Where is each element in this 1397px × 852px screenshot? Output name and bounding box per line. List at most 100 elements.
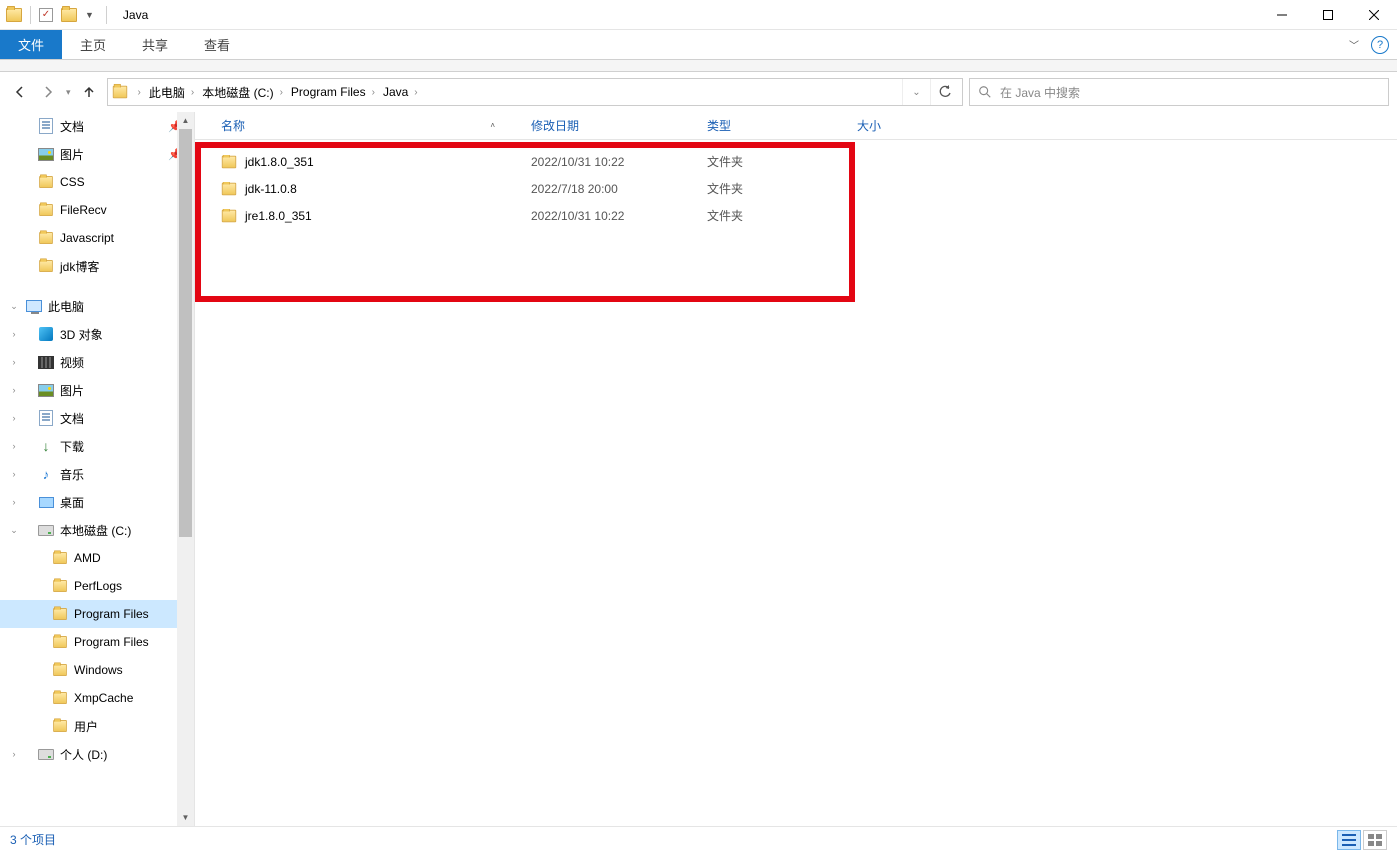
expand-chevron-icon[interactable]: ›: [8, 329, 20, 339]
tree-item[interactable]: FileRecv: [0, 196, 194, 224]
tree-item-label: Javascript: [60, 231, 114, 245]
navigation-tree[interactable]: 文档📌图片📌CSSFileRecv Javascript jdk博客 ⌄ 此电脑 ›3D …: [0, 112, 195, 826]
tree-pic-icon: [38, 382, 54, 398]
maximize-button[interactable]: [1305, 0, 1351, 30]
close-button[interactable]: [1351, 0, 1397, 30]
tree-item[interactable]: ›↓下载: [0, 432, 194, 460]
ribbon-file-tab[interactable]: 文件: [0, 30, 62, 59]
breadcrumb-this-pc[interactable]: 此电脑›: [145, 84, 198, 101]
search-input[interactable]: 在 Java 中搜索: [969, 78, 1389, 106]
qat-customize-chevron-icon[interactable]: ▼: [81, 10, 98, 20]
breadcrumb-java[interactable]: Java›: [379, 85, 422, 99]
breadcrumb-program-files[interactable]: Program Files›: [287, 85, 379, 99]
nav-back-button[interactable]: [8, 80, 32, 104]
address-history-chevron-icon[interactable]: ⌄: [902, 79, 930, 105]
file-type: 文件夹: [699, 207, 849, 224]
tree-doc-icon: [38, 410, 54, 426]
tree-item-label: 此电脑: [48, 298, 84, 315]
tree-item[interactable]: ›3D 对象: [0, 320, 194, 348]
nav-recent-chevron-icon[interactable]: ▾: [64, 87, 73, 98]
tree-item[interactable]: AMD: [0, 544, 194, 572]
qat-separator: [30, 6, 31, 24]
expand-chevron-icon[interactable]: ›: [8, 357, 20, 367]
tree-item[interactable]: ›♪音乐: [0, 460, 194, 488]
tree-item[interactable]: ›图片: [0, 376, 194, 404]
view-details-button[interactable]: [1337, 830, 1361, 850]
tree-pic-icon: [38, 146, 54, 162]
qat-properties-icon[interactable]: ✓: [39, 8, 53, 22]
column-size[interactable]: 大小: [849, 117, 939, 134]
breadcrumb-label: 本地磁盘 (C:): [202, 84, 273, 101]
column-type[interactable]: 类型: [699, 117, 849, 134]
breadcrumb-c-drive[interactable]: 本地磁盘 (C:)›: [198, 84, 287, 101]
app-folder-icon: [6, 8, 22, 22]
tree-item[interactable]: ›个人 (D:): [0, 740, 194, 768]
file-row[interactable]: jre1.8.0_3512022/10/31 10:22文件夹: [195, 202, 1397, 229]
tree-3d-icon: [38, 326, 54, 342]
view-large-icons-button[interactable]: [1363, 830, 1387, 850]
expand-chevron-icon[interactable]: ›: [8, 385, 20, 395]
tree-drive-icon: [38, 522, 54, 538]
title-bar: ✓ ▼ Java: [0, 0, 1397, 30]
tree-item[interactable]: ⌄本地磁盘 (C:): [0, 516, 194, 544]
tree-drive-icon: [38, 746, 54, 762]
tree-vid-icon: [38, 354, 54, 370]
file-name: jdk-11.0.8: [245, 182, 297, 196]
tree-item[interactable]: ›视频: [0, 348, 194, 376]
expand-chevron-icon[interactable]: ›: [8, 469, 20, 479]
minimize-button[interactable]: [1259, 0, 1305, 30]
tree-item[interactable]: PerfLogs: [0, 572, 194, 600]
expand-chevron-icon[interactable]: ›: [8, 441, 20, 451]
ribbon-tab-share[interactable]: 共享: [124, 30, 186, 59]
tree-item[interactable]: 用户: [0, 712, 194, 740]
tree-item[interactable]: Javascript: [0, 224, 194, 252]
tree-item[interactable]: 文档📌: [0, 112, 194, 140]
expand-chevron-icon[interactable]: ›: [8, 413, 20, 423]
nav-forward-button[interactable]: [36, 80, 60, 104]
tree-item[interactable]: CSS: [0, 168, 194, 196]
qat-end-separator: [106, 6, 107, 24]
expand-chevron-icon[interactable]: ⌄: [8, 525, 20, 536]
breadcrumb-label: Java: [383, 85, 408, 99]
column-name[interactable]: 名称˄: [213, 117, 523, 134]
tree-item[interactable]: ⌄ 此电脑: [0, 292, 194, 320]
tree-item[interactable]: ›桌面: [0, 488, 194, 516]
scroll-up-icon[interactable]: ▲: [177, 112, 194, 129]
ribbon-tab-view[interactable]: 查看: [186, 30, 248, 59]
file-type: 文件夹: [699, 153, 849, 170]
expand-chevron-icon[interactable]: ›: [8, 497, 20, 507]
columns-header: 名称˄ 修改日期 类型 大小: [195, 112, 1397, 140]
tree-item[interactable]: XmpCache: [0, 684, 194, 712]
tree-scrollbar[interactable]: ▲ ▼: [177, 112, 194, 826]
file-list[interactable]: jdk1.8.0_3512022/10/31 10:22文件夹jdk-11.0.…: [195, 140, 1397, 826]
tree-item[interactable]: Program Files: [0, 628, 194, 656]
file-date: 2022/10/31 10:22: [523, 155, 699, 169]
refresh-button[interactable]: [930, 79, 958, 105]
scroll-thumb[interactable]: [179, 129, 192, 537]
tree-item-label: 下载: [60, 438, 84, 455]
expand-chevron-icon[interactable]: ›: [8, 749, 20, 759]
ribbon-tabs: 文件 主页 共享 查看 ﹀ ?: [0, 30, 1397, 60]
column-date[interactable]: 修改日期: [523, 117, 699, 134]
expand-chevron-icon[interactable]: ⌄: [8, 301, 20, 312]
scroll-down-icon[interactable]: ▼: [177, 809, 194, 826]
address-bar[interactable]: › 此电脑› 本地磁盘 (C:)› Program Files› Java› ⌄: [107, 78, 963, 106]
tree-item[interactable]: 图片📌: [0, 140, 194, 168]
tree-folder-icon: [52, 550, 68, 566]
file-row[interactable]: jdk-11.0.82022/7/18 20:00文件夹: [195, 175, 1397, 202]
tree-item[interactable]: ›文档: [0, 404, 194, 432]
tree-folder-icon: [38, 230, 54, 246]
breadcrumb-label: Program Files: [291, 85, 366, 99]
breadcrumb-root-chevron[interactable]: ›: [130, 87, 145, 98]
ribbon-help-icon[interactable]: ?: [1371, 36, 1389, 54]
status-bar: 3 个项目: [0, 826, 1397, 852]
nav-up-button[interactable]: [77, 80, 101, 104]
tree-item[interactable]: Windows: [0, 656, 194, 684]
tree-item[interactable]: Program Files: [0, 600, 194, 628]
file-row[interactable]: jdk1.8.0_3512022/10/31 10:22文件夹: [195, 148, 1397, 175]
qat-open-icon[interactable]: [61, 8, 77, 22]
tree-folder-icon: [38, 258, 54, 274]
ribbon-minimize-chevron-icon[interactable]: ﹀: [1343, 33, 1365, 56]
ribbon-tab-home[interactable]: 主页: [62, 30, 124, 59]
tree-item[interactable]: jdk博客: [0, 252, 194, 280]
